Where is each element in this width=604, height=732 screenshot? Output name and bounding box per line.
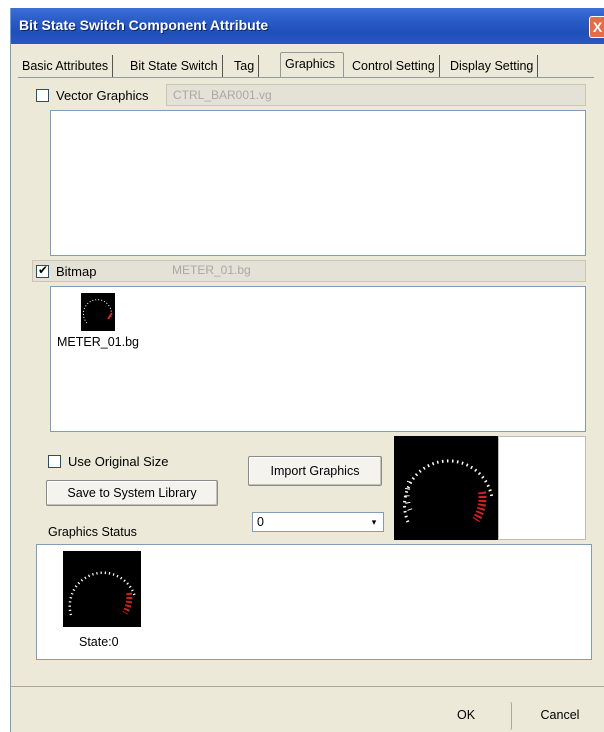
vector-preview-area xyxy=(50,110,586,256)
cancel-button[interactable]: Cancel xyxy=(516,702,604,730)
tab-display-setting[interactable]: Display Setting xyxy=(446,55,539,77)
meter-gauge-icon xyxy=(82,299,113,324)
tab-bit-state-switch[interactable]: Bit State Switch xyxy=(126,55,223,77)
ok-button[interactable]: OK xyxy=(420,702,512,730)
graphic-preview xyxy=(394,436,498,540)
vector-graphics-label: Vector Graphics xyxy=(56,88,149,103)
window-title: Bit State Switch Component Attribute xyxy=(19,17,269,33)
state-caption: State:0 xyxy=(79,635,119,649)
tab-tag[interactable]: Tag xyxy=(230,55,260,77)
bitmap-checkbox[interactable] xyxy=(36,263,49,278)
bitmap-thumbnail[interactable] xyxy=(81,293,115,331)
bitmap-option[interactable]: Bitmap xyxy=(36,263,97,279)
state-select[interactable]: 0 ▾ xyxy=(252,512,384,532)
graphics-status-area: State:0 xyxy=(36,544,592,660)
bitmap-preview-area: METER_01.bg xyxy=(50,286,586,432)
close-button[interactable]: X xyxy=(589,16,604,38)
preview-side-area xyxy=(498,436,586,540)
meter-gauge-icon xyxy=(403,459,494,523)
use-original-size-label: Use Original Size xyxy=(68,454,169,469)
tab-control-setting[interactable]: Control Setting xyxy=(348,55,440,77)
state-select-value: 0 xyxy=(257,515,264,529)
tab-basic-attributes[interactable]: Basic Attributes xyxy=(18,55,114,77)
vector-path-field: CTRL_BAR001.vg xyxy=(166,84,586,106)
title-bar[interactable]: Bit State Switch Component Attribute X xyxy=(11,8,604,44)
use-original-size-option[interactable]: Use Original Size xyxy=(48,454,168,469)
bitmap-label: Bitmap xyxy=(56,264,97,279)
close-icon: X xyxy=(592,19,603,35)
bitmap-thumbnail-caption: METER_01.bg xyxy=(57,335,139,349)
vector-graphics-checkbox[interactable] xyxy=(36,89,49,102)
tab-graphics[interactable]: Graphics xyxy=(280,52,344,78)
footer-divider xyxy=(10,686,604,687)
vector-graphics-option[interactable]: Vector Graphics xyxy=(36,88,149,103)
bitmap-path-field: METER_01.bg xyxy=(172,263,251,277)
use-original-size-checkbox[interactable] xyxy=(48,455,61,468)
meter-gauge-icon xyxy=(68,571,137,616)
dropdown-arrow-icon[interactable]: ▾ xyxy=(367,515,381,529)
graphics-status-label: Graphics Status xyxy=(48,525,137,539)
state-thumbnail[interactable] xyxy=(63,551,141,627)
import-graphics-button[interactable]: Import Graphics xyxy=(248,456,382,486)
save-to-library-button[interactable]: Save to System Library xyxy=(46,480,218,506)
